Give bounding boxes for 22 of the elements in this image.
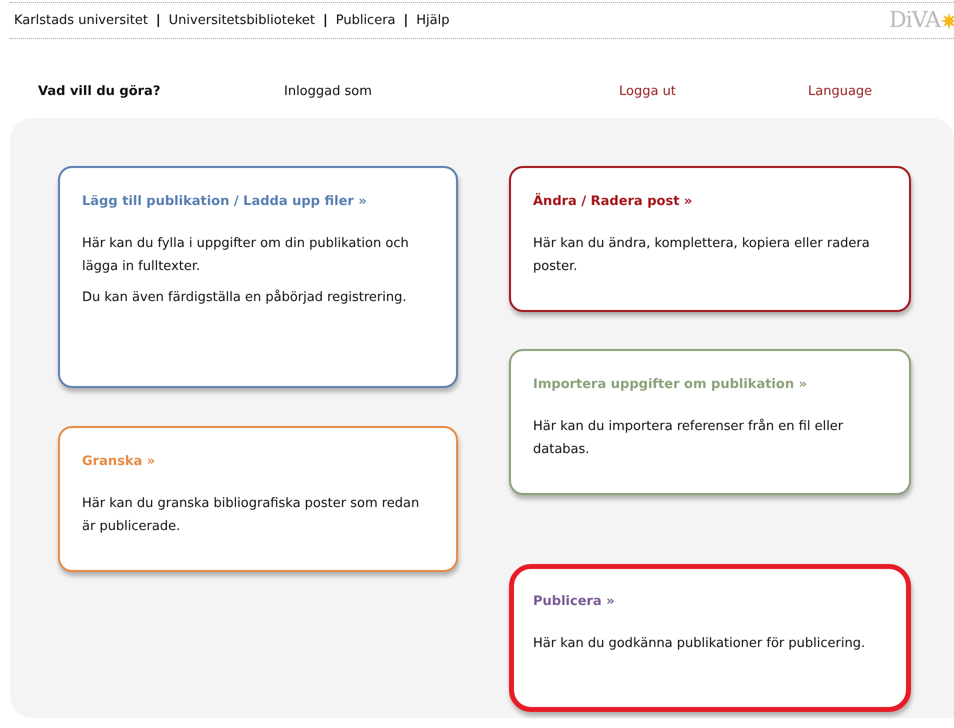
language-link[interactable]: Language xyxy=(808,84,872,98)
card-title-link[interactable]: Lägg till publikation / Ladda upp filer » xyxy=(82,192,434,212)
nav-link[interactable]: Universitetsbiblioteket xyxy=(168,13,315,28)
separator: | xyxy=(156,13,161,28)
logout-link[interactable]: Logga ut xyxy=(619,84,808,98)
logo-text: DiVA xyxy=(889,8,940,33)
card-description: Här kan du granska bibliografiska poster som redan är publicerade. xyxy=(82,495,420,536)
card-title-link[interactable]: Ändra / Radera post » xyxy=(533,192,887,212)
page-heading: Vad vill du göra? xyxy=(38,84,162,98)
card-description: Här kan du ändra, komplettera, kopiera eller radera poster. xyxy=(533,235,871,276)
card-description: Du kan även färdigställa en påbörjad registrering. xyxy=(82,288,408,307)
card-description: Här kan du godkänna publikationer för publicering. xyxy=(533,635,866,653)
card-description: Här kan du fylla i uppgifter om din publikation och lägga in fulltexter. xyxy=(82,235,410,276)
nav-link[interactable]: Hjälp xyxy=(416,13,450,28)
nav-link[interactable]: Publicera xyxy=(336,13,396,28)
logged-in-label: Inloggad som xyxy=(284,84,373,98)
card-title-link[interactable]: Publicera » xyxy=(533,592,887,612)
card-description: Här kan du importera referenser från en fil eller databas. xyxy=(533,418,844,459)
sun-icon xyxy=(940,12,954,30)
separator: | xyxy=(404,13,408,28)
separator: | xyxy=(322,13,328,28)
nav-link[interactable]: Karlstads universitet xyxy=(14,13,148,28)
